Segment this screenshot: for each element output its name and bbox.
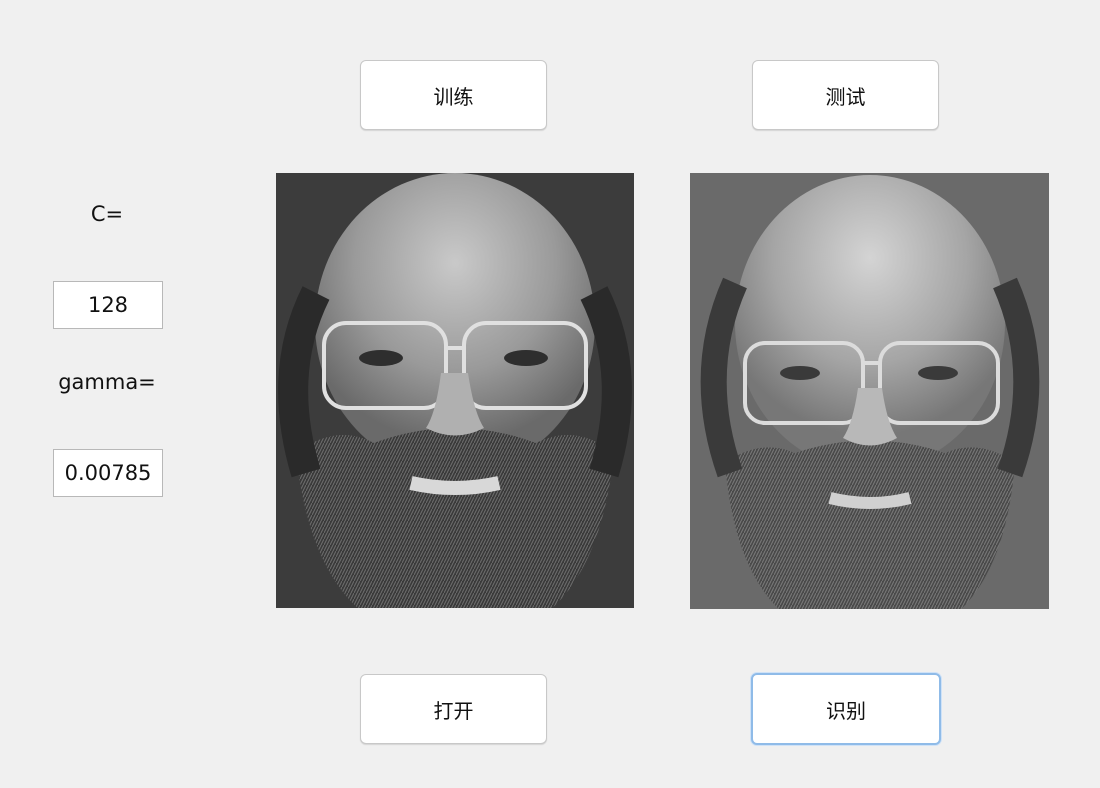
train-button[interactable]: 训练 — [360, 60, 547, 130]
gamma-label: gamma= — [58, 370, 156, 394]
test-button[interactable]: 测试 — [752, 60, 939, 130]
input-face-image — [276, 173, 634, 608]
recognize-button[interactable]: 识别 — [751, 673, 941, 745]
open-button[interactable]: 打开 — [360, 674, 547, 744]
matched-face-image — [690, 173, 1049, 609]
gamma-input[interactable]: 0.00785 — [53, 449, 163, 497]
c-input[interactable]: 128 — [53, 281, 163, 329]
svm-face-recognition-window: 训练 测试 C= 128 gamma= 0.00785 打开 识别 — [0, 0, 1100, 788]
c-label: C= — [90, 202, 124, 226]
